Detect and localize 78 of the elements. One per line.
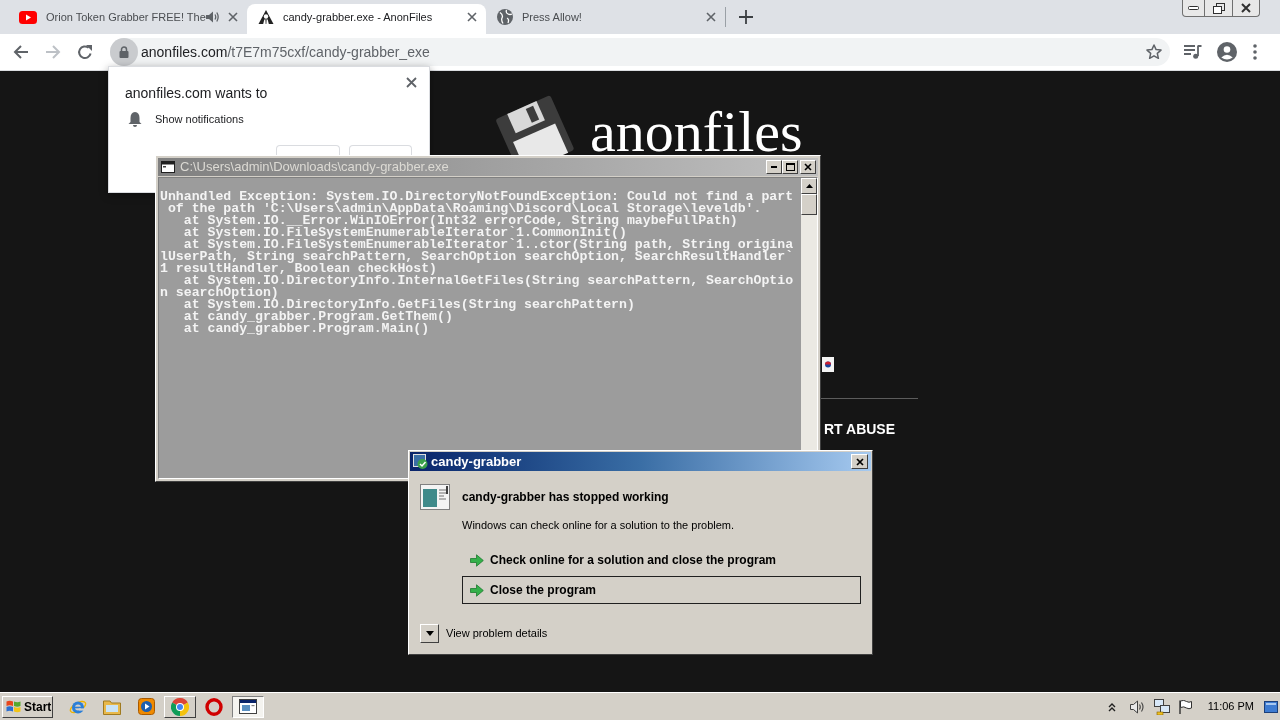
start-button[interactable]: Start — [2, 695, 53, 718]
logo-text: anonfiles — [590, 110, 803, 154]
chevron-up-icon[interactable] — [1107, 701, 1116, 712]
speaker-icon[interactable] — [1129, 699, 1145, 714]
show-desktop-icon[interactable] — [1264, 700, 1278, 713]
ring-icon[interactable] — [205, 697, 223, 716]
menu-icon[interactable] — [1253, 44, 1257, 60]
close-icon[interactable] — [228, 12, 238, 22]
flag-logo-icon — [6, 700, 21, 713]
clock: 11:06 PM — [1207, 699, 1254, 715]
console-icon — [161, 161, 175, 173]
console-line: lUserPath, String searchPattern, SearchOption searchOption, SearchResultHandler` — [160, 251, 794, 263]
folder-icon[interactable] — [103, 698, 121, 715]
close-icon[interactable] — [706, 12, 716, 22]
console-line: n searchOption) — [160, 287, 279, 299]
browser-tab[interactable]: candy-grabber.exe - AnonFiles — [247, 4, 486, 34]
scrollbar-thumb[interactable] — [801, 194, 817, 215]
console-window-icon — [239, 699, 257, 714]
scroll-up-button[interactable] — [801, 178, 817, 194]
back-icon[interactable] — [13, 44, 29, 60]
console-line: 1 resultHandler, Boolean checkHost) — [160, 263, 437, 275]
close-icon — [855, 457, 864, 466]
restore-icon — [1212, 2, 1225, 14]
console-line: at System.IO.DirectoryInfo.GetFiles(String searchPattern) — [183, 299, 635, 311]
program-icon — [413, 454, 428, 469]
lock-icon[interactable] — [110, 38, 138, 66]
option-button[interactable]: Check online for a solution and close the program — [462, 546, 861, 574]
option-button[interactable]: Close the program — [462, 576, 861, 604]
popup-title: anonfiles.com wants to — [125, 84, 269, 102]
console-line: at System.IO.__Error.WinIOError(Int32 errorCode, String maybeFullPath) — [182, 215, 738, 227]
dialog-message: Windows can check online for a solution to the problem. — [462, 518, 736, 532]
close-icon — [1241, 3, 1251, 13]
flag-icon[interactable] — [1178, 699, 1192, 714]
permission-label: Show notifications — [155, 111, 244, 127]
dialog-heading: candy-grabber has stopped working — [462, 489, 669, 506]
console-line: of the path 'C:\Users\admin\AppData\Roaming\Discord\Local Storage\leveldb'. — [166, 203, 762, 215]
expand-button[interactable] — [420, 624, 439, 643]
maximize-button[interactable] — [782, 160, 798, 174]
browser-tab[interactable]: Orion Token Grabber FREE! The — [8, 4, 247, 34]
minimize-button[interactable] — [1182, 0, 1205, 17]
round-logo-icon — [171, 697, 189, 716]
reload-icon[interactable] — [77, 44, 93, 60]
minimize-icon — [1188, 6, 1199, 10]
new-tab-icon[interactable] — [739, 10, 753, 24]
figure-icon — [258, 9, 274, 25]
maximize-icon — [785, 163, 795, 171]
taskbar-button[interactable] — [232, 695, 264, 718]
close-icon[interactable] — [467, 12, 477, 22]
console-line: Unhandled Exception: System.IO.DirectoryNotFoundException: Could not find a part — [160, 191, 794, 203]
close-icon[interactable] — [406, 77, 417, 88]
console-line: at candy_grabber.Program.Main() — [182, 323, 430, 335]
globe-icon — [497, 9, 513, 25]
up-arrow-icon — [805, 184, 813, 188]
window-icon — [420, 484, 450, 510]
details-link[interactable]: View problem details — [446, 625, 548, 642]
playlist-icon[interactable] — [1184, 45, 1202, 59]
right-arrow-icon — [470, 553, 484, 567]
network-icon[interactable] — [1153, 698, 1170, 715]
play-icon[interactable] — [137, 698, 155, 715]
console-line: at System.IO.DirectoryInfo.InternalGetFiles(String searchPattern, SearchOptio — [183, 275, 794, 287]
console-line: at candy_grabber.Program.GetThem() — [182, 311, 453, 323]
window-title: C:\Users\admin\Downloads\candy-grabber.exe — [180, 159, 449, 175]
caret-icon — [425, 631, 434, 636]
dialog-title: candy-grabber — [431, 452, 522, 471]
bell-icon — [128, 111, 142, 127]
profile-icon[interactable] — [1217, 42, 1237, 62]
right-arrow-icon — [470, 583, 484, 597]
browser-tab[interactable]: Press Allow! — [486, 4, 725, 34]
console-line: at System.IO.FileSystemEnumerableIterator`1..ctor(String path, String origina — [183, 239, 794, 251]
close-icon — [804, 163, 812, 171]
star-icon[interactable] — [1146, 44, 1162, 60]
restore-button[interactable] — [1205, 0, 1233, 17]
close-button[interactable] — [1233, 0, 1260, 17]
console-line: at System.IO.FileSystemEnumerableIterator`1.CommonInit() — [182, 227, 627, 239]
play-logo-icon — [19, 10, 37, 24]
minimize-icon — [771, 166, 777, 168]
abuse-link[interactable]: RT ABUSE — [824, 421, 896, 437]
address-bar[interactable]: anonfiles.com/t7E7m75cxf/candy-grabber_exe — [110, 38, 1170, 66]
